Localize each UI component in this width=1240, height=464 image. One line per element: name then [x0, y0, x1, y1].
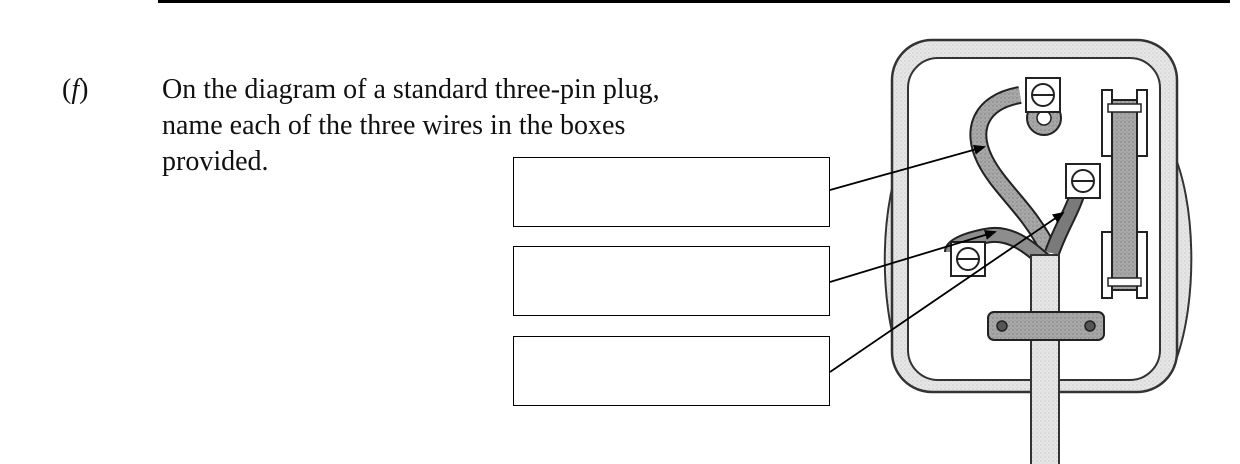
live-wire: [1044, 167, 1087, 256]
neutral-terminal: [950, 241, 986, 277]
arrow-box-1-to-earth-wire: [829, 144, 986, 191]
fuse: [1111, 99, 1138, 291]
neutral-wire: [944, 226, 1052, 269]
plug-outer-body: [890, 38, 1179, 394]
answer-box-1[interactable]: [513, 157, 830, 227]
fuse-clip-top-right: [1136, 89, 1148, 157]
arrow-box-3-to-live-wire: [829, 211, 1065, 373]
live-terminal: [1065, 163, 1101, 199]
arrow-box-2-to-neutral-wire: [829, 230, 997, 283]
cable-sheath: [1030, 254, 1060, 464]
answer-box-2[interactable]: [513, 246, 830, 316]
earth-terminal: [1025, 77, 1061, 113]
answer-box-3[interactable]: [513, 336, 830, 406]
question-part-label: (f): [62, 74, 89, 105]
top-rule: [158, 0, 1230, 3]
plug-inner-cavity: [907, 57, 1161, 381]
question-line: name each of the three wires in the boxe…: [162, 110, 626, 141]
fuse-clip-bottom-right: [1136, 231, 1148, 299]
earth-wire: [969, 86, 1059, 257]
plug-side-lobe-left: [883, 149, 906, 361]
question-line: On the diagram of a standard three-pin p…: [162, 74, 660, 105]
centre-boss: [1026, 100, 1062, 136]
cord-grip: [987, 311, 1105, 341]
plug-side-lobe-right: [1168, 149, 1193, 361]
fuse-clip-bottom: [1101, 231, 1113, 299]
fuse-clip-top: [1101, 89, 1113, 157]
